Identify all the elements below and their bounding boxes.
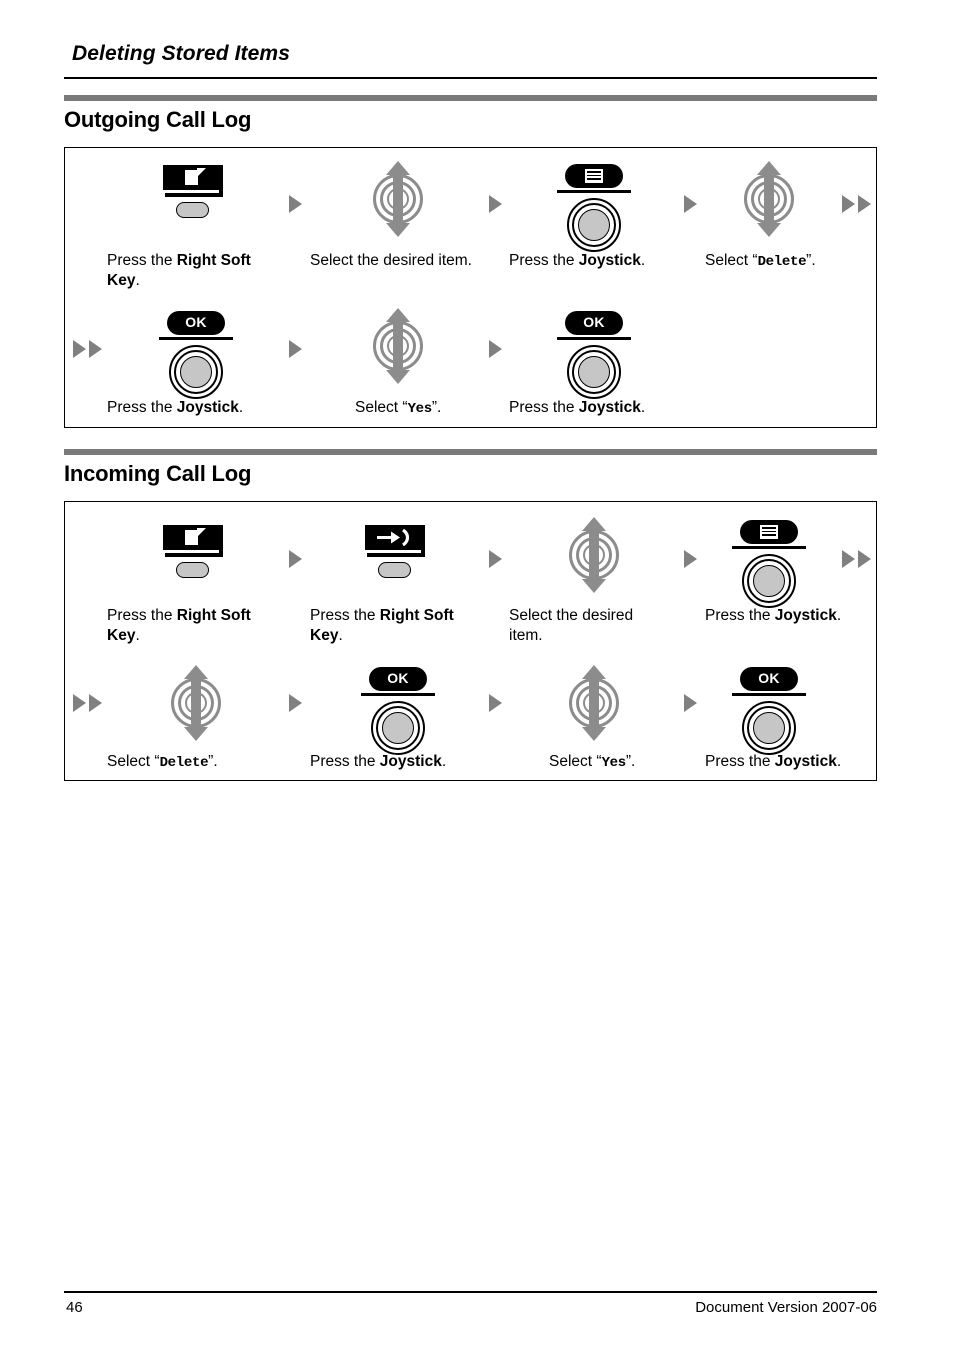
joystick-ring-inner	[382, 712, 414, 744]
right-soft-key-page-icon	[163, 165, 229, 221]
joystick-up-down-arrows-icon	[167, 665, 225, 741]
joystick-rings	[165, 341, 227, 403]
joystick-ring-inner	[180, 356, 212, 388]
flow-arrow-icon	[289, 694, 302, 712]
ok-label: OK	[387, 670, 409, 686]
joystick-up-down-arrows-icon	[740, 161, 798, 237]
step-label: Select “Yes”.	[549, 753, 636, 771]
section-bar-outgoing	[64, 95, 877, 101]
joystick-up-down-arrows-icon	[369, 161, 427, 237]
step-label: Press the Right Soft Key.	[107, 252, 251, 289]
running-head-rule	[64, 77, 877, 79]
menu-key-pill	[740, 520, 798, 544]
flow-arrow-icon	[684, 195, 697, 213]
flow-arrow-icon	[489, 694, 502, 712]
joystick-ok-icon: OK	[156, 311, 236, 403]
joystick-ring-inner	[578, 356, 610, 388]
softkey-button	[378, 562, 411, 578]
joystick-up-down-arrows-icon	[565, 665, 623, 741]
key-underline	[159, 337, 233, 340]
flow-arrow-icon	[289, 340, 302, 358]
joystick-rings	[738, 550, 800, 612]
step-label: Press the Joystick.	[705, 753, 842, 770]
joystick-ring-inner	[578, 209, 610, 241]
page-number: 46	[66, 1299, 83, 1316]
key-underline	[361, 693, 435, 696]
key-underline	[732, 693, 806, 696]
steps-box-outgoing: Press the Right Soft Key. Select the des…	[64, 147, 877, 428]
step-label: Press the Joystick.	[705, 607, 842, 624]
joystick-ring-inner	[753, 565, 785, 597]
up-down-arrow-glyph-icon	[386, 308, 410, 384]
page-fold-glyph-icon	[197, 528, 206, 537]
flow-arrow-icon	[489, 550, 502, 568]
key-underline	[732, 546, 806, 549]
up-down-arrow-glyph-icon	[184, 665, 208, 741]
menu-list-glyph-icon	[759, 524, 779, 540]
joystick-up-down-arrows-icon	[565, 517, 623, 593]
ok-label: OK	[758, 670, 780, 686]
joystick-menu-icon	[729, 520, 809, 612]
flow-arrow-icon	[489, 340, 502, 358]
step-label: Press the Right Soft Key.	[310, 607, 454, 644]
joystick-ring-inner	[753, 712, 785, 744]
step-label: Select “Delete”.	[107, 753, 218, 771]
flow-arrow-icon	[684, 550, 697, 568]
up-down-arrow-glyph-icon	[582, 517, 606, 593]
step-label: Select “Delete”.	[705, 252, 816, 270]
right-soft-key-incoming-icon	[365, 525, 431, 581]
section-bar-incoming	[64, 449, 877, 455]
softkey-button	[176, 202, 209, 218]
step-label: Press the Joystick.	[509, 252, 646, 269]
step-label: Press the Joystick.	[509, 399, 646, 416]
section-title-outgoing: Outgoing Call Log	[64, 107, 252, 132]
step-label: Select “Yes”.	[355, 399, 442, 417]
footer-rule	[64, 1291, 877, 1293]
ok-label: OK	[583, 314, 605, 330]
ok-key-pill: OK	[740, 667, 798, 691]
incoming-call-glyph-icon	[377, 529, 410, 546]
joystick-up-down-arrows-icon	[369, 308, 427, 384]
section-title-incoming: Incoming Call Log	[64, 461, 252, 486]
joystick-ok-icon: OK	[358, 667, 438, 759]
flow-arrow-icon	[289, 550, 302, 568]
joystick-rings	[367, 697, 429, 759]
joystick-rings	[563, 341, 625, 403]
up-down-arrow-glyph-icon	[582, 665, 606, 741]
joystick-rings	[738, 697, 800, 759]
step-label: Press the Joystick.	[310, 753, 447, 770]
key-underline	[557, 337, 631, 340]
menu-list-glyph-icon	[584, 168, 604, 184]
joystick-ok-icon: OK	[729, 667, 809, 759]
right-soft-key-page-icon	[163, 525, 229, 581]
page-fold-glyph-icon	[197, 168, 206, 177]
ok-key-pill: OK	[167, 311, 225, 335]
flow-arrow-icon	[489, 195, 502, 213]
running-head: Deleting Stored Items	[72, 42, 290, 65]
document-version: Document Version 2007-06	[695, 1299, 877, 1316]
joystick-menu-icon	[554, 164, 634, 256]
up-down-arrow-glyph-icon	[386, 161, 410, 237]
key-underline	[557, 190, 631, 193]
softkey-bracket-horizontal	[165, 193, 223, 197]
flow-arrow-icon	[289, 195, 302, 213]
softkey-bracket-horizontal	[367, 553, 425, 557]
softkey-bracket-horizontal	[165, 553, 223, 557]
ok-label: OK	[185, 314, 207, 330]
steps-box-incoming: Press the Right Soft Key. Press the Righ…	[64, 501, 877, 781]
ok-key-pill: OK	[565, 311, 623, 335]
up-down-arrow-glyph-icon	[757, 161, 781, 237]
menu-key-pill	[565, 164, 623, 188]
step-label: Select the desired item.	[509, 607, 634, 644]
step-label: Select the desired item.	[310, 252, 472, 269]
step-label: Press the Joystick.	[107, 399, 244, 416]
flow-arrow-icon	[684, 694, 697, 712]
joystick-ok-icon: OK	[554, 311, 634, 403]
step-label: Press the Right Soft Key.	[107, 607, 251, 644]
joystick-rings	[563, 194, 625, 256]
ok-key-pill: OK	[369, 667, 427, 691]
document-page: Deleting Stored Items Outgoing Call Log	[0, 0, 954, 1352]
softkey-button	[176, 562, 209, 578]
